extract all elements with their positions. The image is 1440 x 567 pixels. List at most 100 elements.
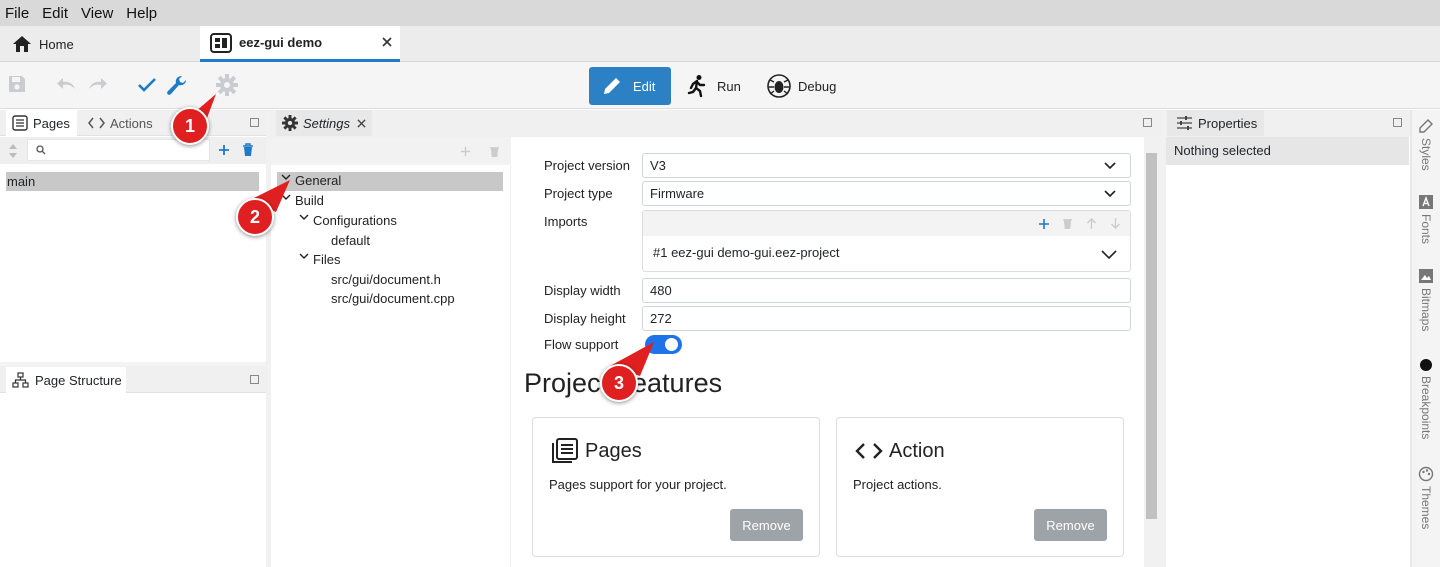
sitemap-icon [12, 372, 29, 388]
chevron-down-icon [1104, 190, 1116, 198]
annotation-badge: 2 [236, 198, 274, 236]
side-tab-styles[interactable]: Styles [1412, 118, 1440, 171]
display-width-value: 480 [650, 283, 672, 298]
maximize-icon[interactable] [250, 118, 259, 127]
tab-page-structure[interactable]: Page Structure [6, 367, 126, 393]
save-icon[interactable] [7, 74, 27, 94]
plus-icon[interactable] [218, 144, 230, 156]
side-tab-label: Bitmaps [1419, 288, 1433, 332]
maximize-icon[interactable] [1393, 118, 1402, 127]
side-tab-bitmaps[interactable]: Bitmaps [1412, 268, 1440, 331]
sliders-icon [1176, 116, 1193, 130]
display-height-input[interactable]: 272 [642, 306, 1131, 331]
project-version-select[interactable]: V3 [642, 153, 1131, 178]
list-item[interactable]: main [6, 172, 259, 191]
trash-icon[interactable] [489, 145, 500, 158]
feature-card-action: Action Project actions. Remove [836, 417, 1124, 557]
tree-label-general[interactable]: General [295, 171, 341, 190]
project-type-label: Project type [544, 186, 613, 201]
dashboard-icon [210, 32, 232, 53]
feature-card-pages: Pages Pages support for your project. Re… [532, 417, 820, 557]
brush-icon [1418, 118, 1434, 134]
tab-bar: Home eez-gui demo [0, 26, 1440, 62]
code-icon [855, 442, 883, 460]
debug-label: Debug [798, 78, 837, 94]
maximize-icon[interactable] [250, 375, 259, 384]
tree-label-configurations[interactable]: Configurations [313, 211, 397, 230]
arrow-up-icon[interactable] [1086, 217, 1097, 230]
trash-icon[interactable] [242, 143, 254, 157]
import-item-label: #1 eez-gui demo-gui.eez-project [653, 245, 840, 260]
chevron-down-icon[interactable] [299, 251, 309, 261]
trash-icon[interactable] [1062, 217, 1073, 230]
chevron-down-icon[interactable] [299, 212, 309, 222]
close-icon[interactable] [357, 118, 366, 128]
plus-icon[interactable] [1038, 218, 1050, 230]
edit-mode-button[interactable]: Edit [589, 67, 671, 105]
tab-properties[interactable]: Properties [1167, 110, 1264, 136]
font-icon [1418, 194, 1434, 210]
menu-file[interactable]: File [5, 5, 29, 22]
tab-home-label: Home [39, 36, 74, 52]
close-icon[interactable] [382, 37, 392, 47]
page-structure-label: Page Structure [35, 372, 122, 388]
side-tab-breakpoints[interactable]: Breakpoints [1412, 358, 1440, 439]
display-width-input[interactable]: 480 [642, 278, 1131, 303]
menu-edit[interactable]: Edit [42, 5, 68, 22]
pages-icon [12, 115, 28, 131]
search-icon [36, 145, 46, 155]
tab-home[interactable]: Home [0, 26, 200, 62]
tab-actions[interactable]: Actions [88, 110, 153, 136]
annotation-badge: 1 [171, 107, 209, 145]
side-tab-label: Themes [1419, 486, 1433, 530]
tab-settings-label: Settings [303, 115, 350, 131]
sort-icon[interactable] [8, 143, 18, 159]
chevron-down-icon[interactable] [1101, 250, 1117, 260]
card-title: Pages [585, 440, 642, 462]
check-icon[interactable] [137, 76, 157, 94]
tree-label-files[interactable]: Files [313, 250, 340, 269]
imports-label: Imports [544, 214, 588, 229]
side-tab-label: Fonts [1419, 214, 1433, 245]
menu-help[interactable]: Help [126, 5, 157, 22]
project-type-select[interactable]: Firmware [642, 181, 1131, 206]
tab-actions-label: Actions [110, 115, 153, 131]
import-row[interactable]: #1 eez-gui demo-gui.eez-project [643, 237, 1130, 271]
annotation-badge: 3 [600, 364, 638, 402]
tree-label-file1[interactable]: src/gui/document.h [331, 270, 441, 289]
scrollbar[interactable] [1144, 137, 1161, 567]
tab-project[interactable]: eez-gui demo [200, 26, 400, 62]
maximize-icon[interactable] [1143, 118, 1152, 127]
code-icon [88, 117, 105, 129]
tree-label-file2[interactable]: src/gui/document.cpp [331, 289, 455, 308]
display-width-label: Display width [544, 283, 621, 298]
run-mode-button[interactable]: Run [674, 67, 753, 105]
side-tab-fonts[interactable]: Fonts [1412, 194, 1440, 244]
tree-label-default[interactable]: default [331, 231, 370, 250]
gear-icon [282, 115, 298, 131]
remove-action-button[interactable]: Remove [1034, 509, 1107, 541]
tree-label-build[interactable]: Build [295, 191, 324, 210]
tab-pages-label: Pages [33, 115, 70, 131]
run-icon [686, 74, 708, 98]
side-tab-themes[interactable]: Themes [1412, 466, 1440, 529]
undo-icon[interactable] [56, 74, 78, 94]
tab-settings[interactable]: Settings [276, 110, 372, 136]
edit-label: Edit [633, 78, 656, 94]
run-label: Run [717, 78, 741, 94]
tab-pages[interactable]: Pages [6, 110, 77, 136]
chevron-down-icon [1104, 162, 1116, 170]
side-tab-label: Breakpoints [1419, 376, 1433, 440]
remove-pages-button[interactable]: Remove [730, 509, 803, 541]
arrow-down-icon[interactable] [1110, 217, 1121, 230]
palette-icon [1418, 466, 1434, 482]
pencil-icon [601, 75, 623, 97]
nothing-selected-label: Nothing selected [1174, 143, 1271, 158]
redo-icon[interactable] [86, 74, 108, 94]
menu-view[interactable]: View [81, 5, 113, 22]
project-version-value: V3 [650, 158, 666, 173]
debug-mode-button[interactable]: Debug [754, 67, 848, 105]
plus-icon[interactable] [460, 146, 471, 157]
tab-properties-label: Properties [1198, 115, 1258, 131]
imports-list: #1 eez-gui demo-gui.eez-project [642, 210, 1131, 272]
